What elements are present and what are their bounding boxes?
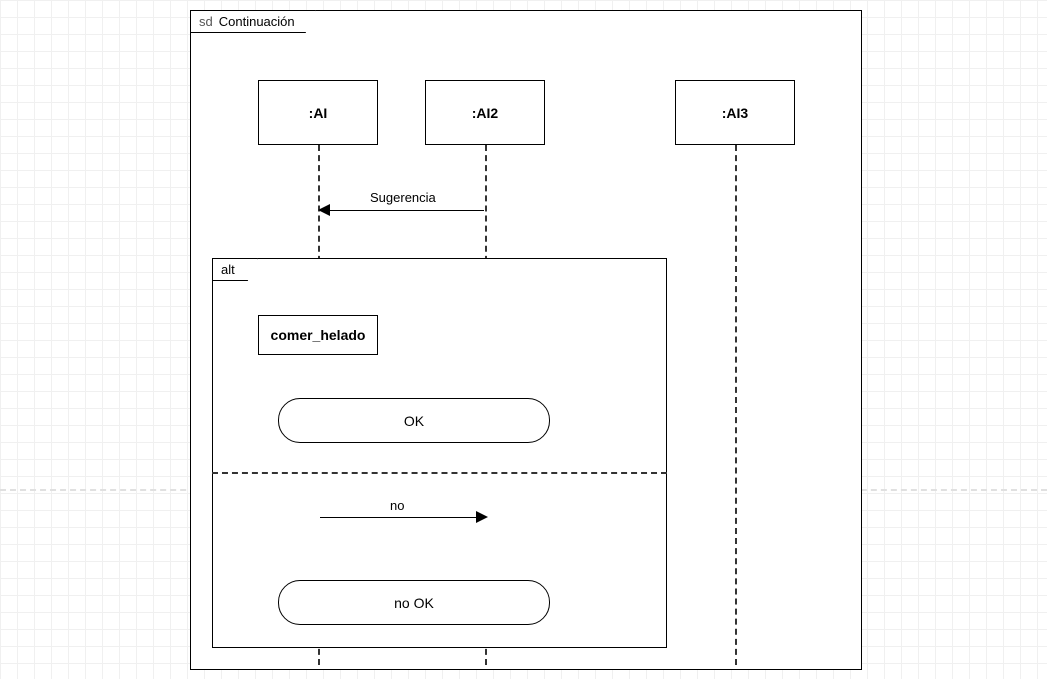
lifeline-head-ai3: :AI3 (675, 80, 795, 145)
lifeline-head-ai2: :AI2 (425, 80, 545, 145)
sd-frame-label: sd Continuación (190, 10, 316, 33)
message-line-no (320, 517, 482, 518)
invariant-label: comer_helado (271, 327, 366, 343)
message-label-no: no (390, 498, 404, 513)
alt-frame-label: alt (212, 258, 258, 281)
lifeline-line-ai3 (735, 145, 737, 665)
continuation-ok: OK (278, 398, 550, 443)
lifeline-head-ai: :AI (258, 80, 378, 145)
alt-keyword: alt (221, 262, 235, 277)
message-label-sugerencia: Sugerencia (370, 190, 436, 205)
arrowhead-no (476, 511, 488, 523)
alt-divider (212, 472, 667, 474)
state-invariant-comer-helado: comer_helado (258, 315, 378, 355)
continuation-ok-label: OK (404, 413, 424, 429)
continuation-no-ok: no OK (278, 580, 550, 625)
message-line-sugerencia (320, 210, 484, 211)
lifeline-label-ai2: :AI2 (472, 105, 498, 121)
sd-keyword: sd (199, 14, 213, 29)
sd-title: Continuación (219, 14, 295, 29)
arrowhead-sugerencia (318, 204, 330, 216)
lifeline-label-ai: :AI (309, 105, 328, 121)
lifeline-label-ai3: :AI3 (722, 105, 748, 121)
continuation-no-ok-label: no OK (394, 595, 434, 611)
